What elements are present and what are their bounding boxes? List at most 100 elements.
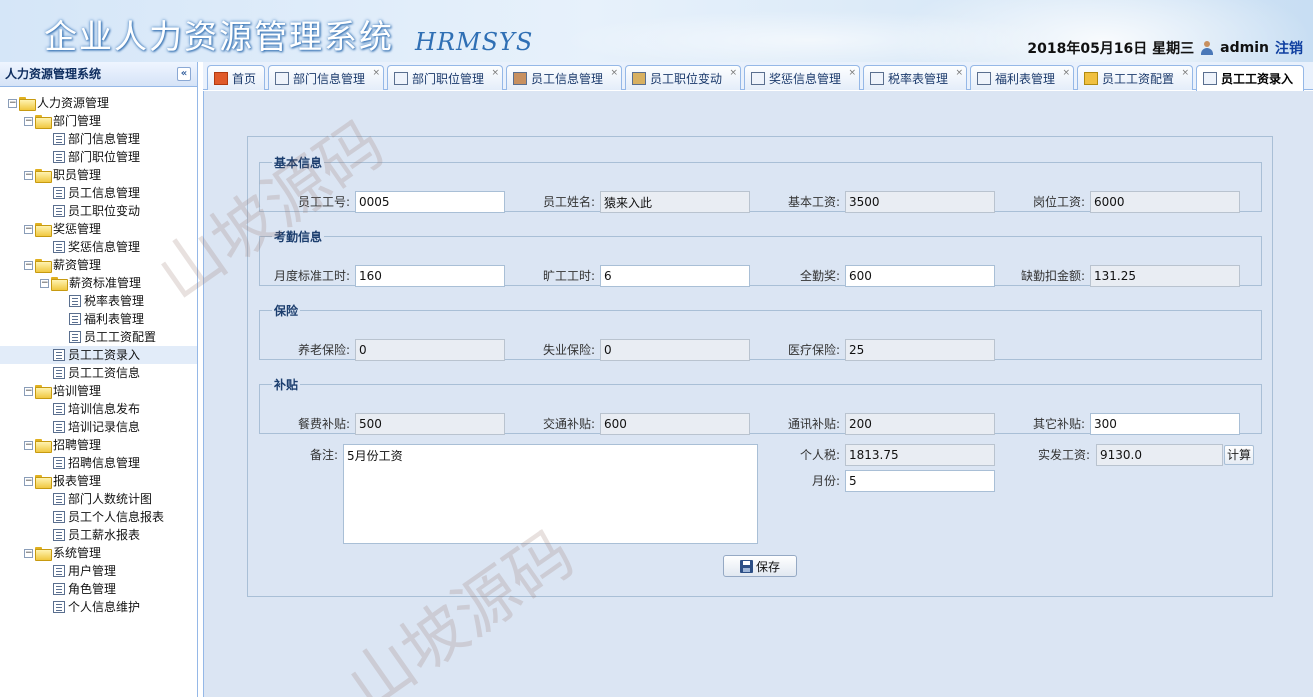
- emp-no-input[interactable]: [355, 191, 505, 213]
- collapse-toggle-icon[interactable]: −: [24, 170, 33, 180]
- tree-node-recruit-info[interactable]: 招聘信息管理: [0, 454, 197, 472]
- medical-field: [845, 339, 995, 361]
- tree-node-recruit[interactable]: − 招聘管理: [0, 436, 197, 454]
- month-input[interactable]: [845, 470, 995, 492]
- page-icon: [53, 187, 65, 199]
- close-icon[interactable]: ×: [955, 68, 963, 78]
- tree-node-report[interactable]: − 报表管理: [0, 472, 197, 490]
- tab-dept-info[interactable]: 部门信息管理 ×: [268, 65, 384, 90]
- tree-label: 职员管理: [53, 168, 102, 182]
- collapse-toggle-icon[interactable]: −: [24, 224, 33, 234]
- collapse-toggle-icon[interactable]: −: [24, 260, 33, 270]
- collapse-icon[interactable]: «: [177, 67, 191, 81]
- tab-salary-entry[interactable]: 员工工资录入: [1196, 65, 1304, 91]
- tree-node-sys-role[interactable]: 角色管理: [0, 580, 197, 598]
- tree-label: 员工薪水报表: [68, 528, 141, 542]
- page-icon: [53, 601, 65, 613]
- person-icon: [513, 71, 527, 85]
- full-attendance-input[interactable]: [845, 265, 995, 287]
- collapse-toggle-icon[interactable]: −: [24, 386, 33, 396]
- tree-node-salary-info[interactable]: 员工工资信息: [0, 364, 197, 382]
- close-icon[interactable]: ×: [372, 68, 380, 78]
- tree-node-sys-profile[interactable]: 个人信息维护: [0, 598, 197, 616]
- legend-allowance: 补贴: [274, 378, 299, 392]
- tree-node-system[interactable]: − 系统管理: [0, 544, 197, 562]
- tree-label: 培训管理: [53, 384, 102, 398]
- tree-node-tax[interactable]: 税率表管理: [0, 292, 197, 310]
- tree-node-report-salary[interactable]: 员工薪水报表: [0, 526, 197, 544]
- tree-node-training-rec[interactable]: 培训记录信息: [0, 418, 197, 436]
- absent-hours-input[interactable]: [600, 265, 750, 287]
- std-hours-input[interactable]: [355, 265, 505, 287]
- close-icon[interactable]: ×: [1181, 68, 1189, 78]
- tree-node-salary-std[interactable]: − 薪资标准管理: [0, 274, 197, 292]
- save-icon: [739, 559, 753, 573]
- tree-node-reward[interactable]: − 奖惩管理: [0, 220, 197, 238]
- tree-node-dept-info[interactable]: 部门信息管理: [0, 130, 197, 148]
- collapse-toggle-icon[interactable]: −: [24, 548, 33, 558]
- tree-node-salary[interactable]: − 薪资管理: [0, 256, 197, 274]
- remark-textarea[interactable]: 5月份工资: [343, 444, 758, 544]
- save-button[interactable]: 保存: [723, 555, 797, 577]
- legend-insurance: 保险: [274, 304, 299, 318]
- close-icon[interactable]: ×: [491, 68, 499, 78]
- tab-staff-info[interactable]: 员工信息管理 ×: [506, 65, 622, 90]
- page-icon: [69, 313, 81, 325]
- tree-label: 个人信息维护: [68, 600, 141, 614]
- tree-label: 税率表管理: [84, 294, 145, 308]
- close-icon[interactable]: ×: [610, 68, 618, 78]
- page-icon: [53, 529, 65, 541]
- collapse-toggle-icon[interactable]: −: [8, 98, 17, 108]
- tree-node-dept[interactable]: − 部门管理: [0, 112, 197, 130]
- tree-node-dept-pos[interactable]: 部门职位管理: [0, 148, 197, 166]
- label-medical: 医疗保险:: [787, 343, 840, 357]
- close-icon[interactable]: ×: [729, 68, 737, 78]
- calculate-button[interactable]: 计算: [1224, 445, 1254, 465]
- tree-node-salary-entry[interactable]: 员工工资录入: [0, 346, 197, 364]
- tab-home[interactable]: 首页: [207, 65, 265, 90]
- collapse-toggle-icon[interactable]: −: [24, 476, 33, 486]
- tree-node-staff-info[interactable]: 员工信息管理: [0, 184, 197, 202]
- content-area: 基本信息 员工工号: 员工姓名: 基本工资: 岗位工资: 考勤信息 月度标准工时…: [203, 91, 1313, 697]
- tree-node-reward-info[interactable]: 奖惩信息管理: [0, 238, 197, 256]
- tree-node-staff[interactable]: − 职员管理: [0, 166, 197, 184]
- tree-label: 报表管理: [53, 474, 102, 488]
- tree-node-report-person[interactable]: 员工个人信息报表: [0, 508, 197, 526]
- collapse-toggle-icon[interactable]: −: [24, 116, 33, 126]
- tree-label: 奖惩信息管理: [68, 240, 141, 254]
- close-icon[interactable]: ×: [1062, 68, 1070, 78]
- tab-tax[interactable]: 税率表管理 ×: [863, 65, 967, 90]
- tree-node-report-dept[interactable]: 部门人数统计图: [0, 490, 197, 508]
- tree-node-sys-user[interactable]: 用户管理: [0, 562, 197, 580]
- tab-label: 员工信息管理: [531, 71, 604, 86]
- other-allowance-input[interactable]: [1090, 413, 1240, 435]
- page-icon: [53, 367, 65, 379]
- tree-label: 薪资标准管理: [69, 276, 142, 290]
- tree-node-root[interactable]: − 人力资源管理: [0, 94, 197, 112]
- absence-deduct-field: [1090, 265, 1240, 287]
- tab-salary-config[interactable]: 员工工资配置 ×: [1077, 65, 1193, 90]
- logout-link[interactable]: 注销: [1275, 38, 1303, 58]
- communication-field: [845, 413, 995, 435]
- folder-icon: [35, 169, 52, 183]
- tree-node-training[interactable]: − 培训管理: [0, 382, 197, 400]
- page-icon: [53, 583, 65, 595]
- unemployment-field: [600, 339, 750, 361]
- label-absent-hours: 旷工工时:: [542, 269, 595, 283]
- tree-label: 部门信息管理: [68, 132, 141, 146]
- collapse-toggle-icon[interactable]: −: [40, 278, 49, 288]
- tree-node-staff-change[interactable]: 员工职位变动: [0, 202, 197, 220]
- page-icon: [53, 403, 65, 415]
- fieldset-basic: 基本信息 员工工号: 员工姓名: 基本工资: 岗位工资:: [259, 154, 1262, 213]
- tab-dept-pos[interactable]: 部门职位管理 ×: [387, 65, 503, 90]
- tree-node-welfare[interactable]: 福利表管理: [0, 310, 197, 328]
- collapse-toggle-icon[interactable]: −: [24, 440, 33, 450]
- tab-bar: 首页 部门信息管理 × 部门职位管理 × 员工信息管理 × 员工职位变动 × 奖惩信息管…: [203, 62, 1313, 91]
- tab-welfare[interactable]: 福利表管理 ×: [970, 65, 1074, 90]
- close-icon[interactable]: ×: [848, 68, 856, 78]
- tab-reward-info[interactable]: 奖惩信息管理 ×: [744, 65, 860, 90]
- tree-node-salary-config[interactable]: 员工工资配置: [0, 328, 197, 346]
- tab-staff-change[interactable]: 员工职位变动 ×: [625, 65, 741, 90]
- sidebar: 人力资源管理系统 « − 人力资源管理 − 部门管理 部门信息管理 部门职位管理 −…: [0, 62, 198, 697]
- tree-node-training-pub[interactable]: 培训信息发布: [0, 400, 197, 418]
